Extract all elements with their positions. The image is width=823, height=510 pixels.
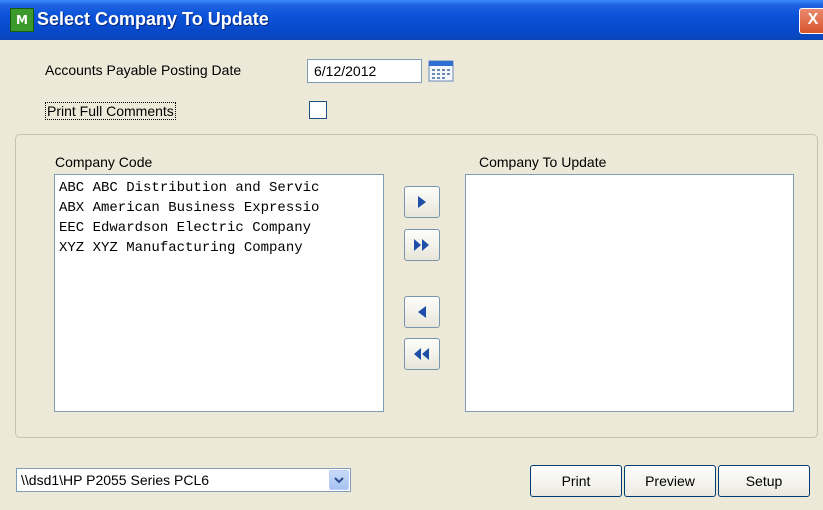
title-bar[interactable]: M Select Company To Update X xyxy=(0,0,823,40)
chevron-down-icon[interactable] xyxy=(329,470,349,490)
list-item[interactable]: ABC ABC Distribution and Servic xyxy=(55,178,383,198)
move-all-right-button[interactable] xyxy=(404,229,440,261)
list-item[interactable]: EEC Edwardson Electric Company xyxy=(55,218,383,238)
window-title: Select Company To Update xyxy=(37,9,269,29)
print-full-comments-label[interactable]: Print Full Comments xyxy=(45,102,176,120)
calendar-icon[interactable] xyxy=(428,60,454,82)
print-button[interactable]: Print xyxy=(530,465,622,497)
company-code-label: Company Code xyxy=(55,154,153,170)
arrow-left-icon xyxy=(416,305,428,319)
company-to-update-label: Company To Update xyxy=(479,154,607,170)
select-company-dialog: M Select Company To Update X Accounts Pa… xyxy=(0,0,823,510)
move-all-left-button[interactable] xyxy=(404,338,440,370)
list-item[interactable]: XYZ XYZ Manufacturing Company xyxy=(55,238,383,258)
move-right-button[interactable] xyxy=(404,186,440,218)
posting-date-field[interactable]: 6/12/2012 xyxy=(307,59,422,83)
printer-select-value: \\dsd1\HP P2055 Series PCL6 xyxy=(21,472,210,488)
posting-date-label: Accounts Payable Posting Date xyxy=(45,62,242,78)
double-arrow-right-icon xyxy=(413,238,431,252)
printer-select[interactable]: \\dsd1\HP P2055 Series PCL6 xyxy=(16,468,351,492)
company-code-list[interactable]: ABC ABC Distribution and Servic ABX Amer… xyxy=(54,174,384,412)
print-full-comments-checkbox[interactable] xyxy=(309,101,327,119)
preview-button[interactable]: Preview xyxy=(624,465,716,497)
close-button[interactable]: X xyxy=(799,8,823,34)
app-icon: M xyxy=(10,8,34,32)
company-to-update-list[interactable] xyxy=(465,174,794,412)
arrow-right-icon xyxy=(416,195,428,209)
list-item[interactable]: ABX American Business Expressio xyxy=(55,198,383,218)
setup-button[interactable]: Setup xyxy=(718,465,810,497)
double-arrow-left-icon xyxy=(413,347,431,361)
move-left-button[interactable] xyxy=(404,296,440,328)
